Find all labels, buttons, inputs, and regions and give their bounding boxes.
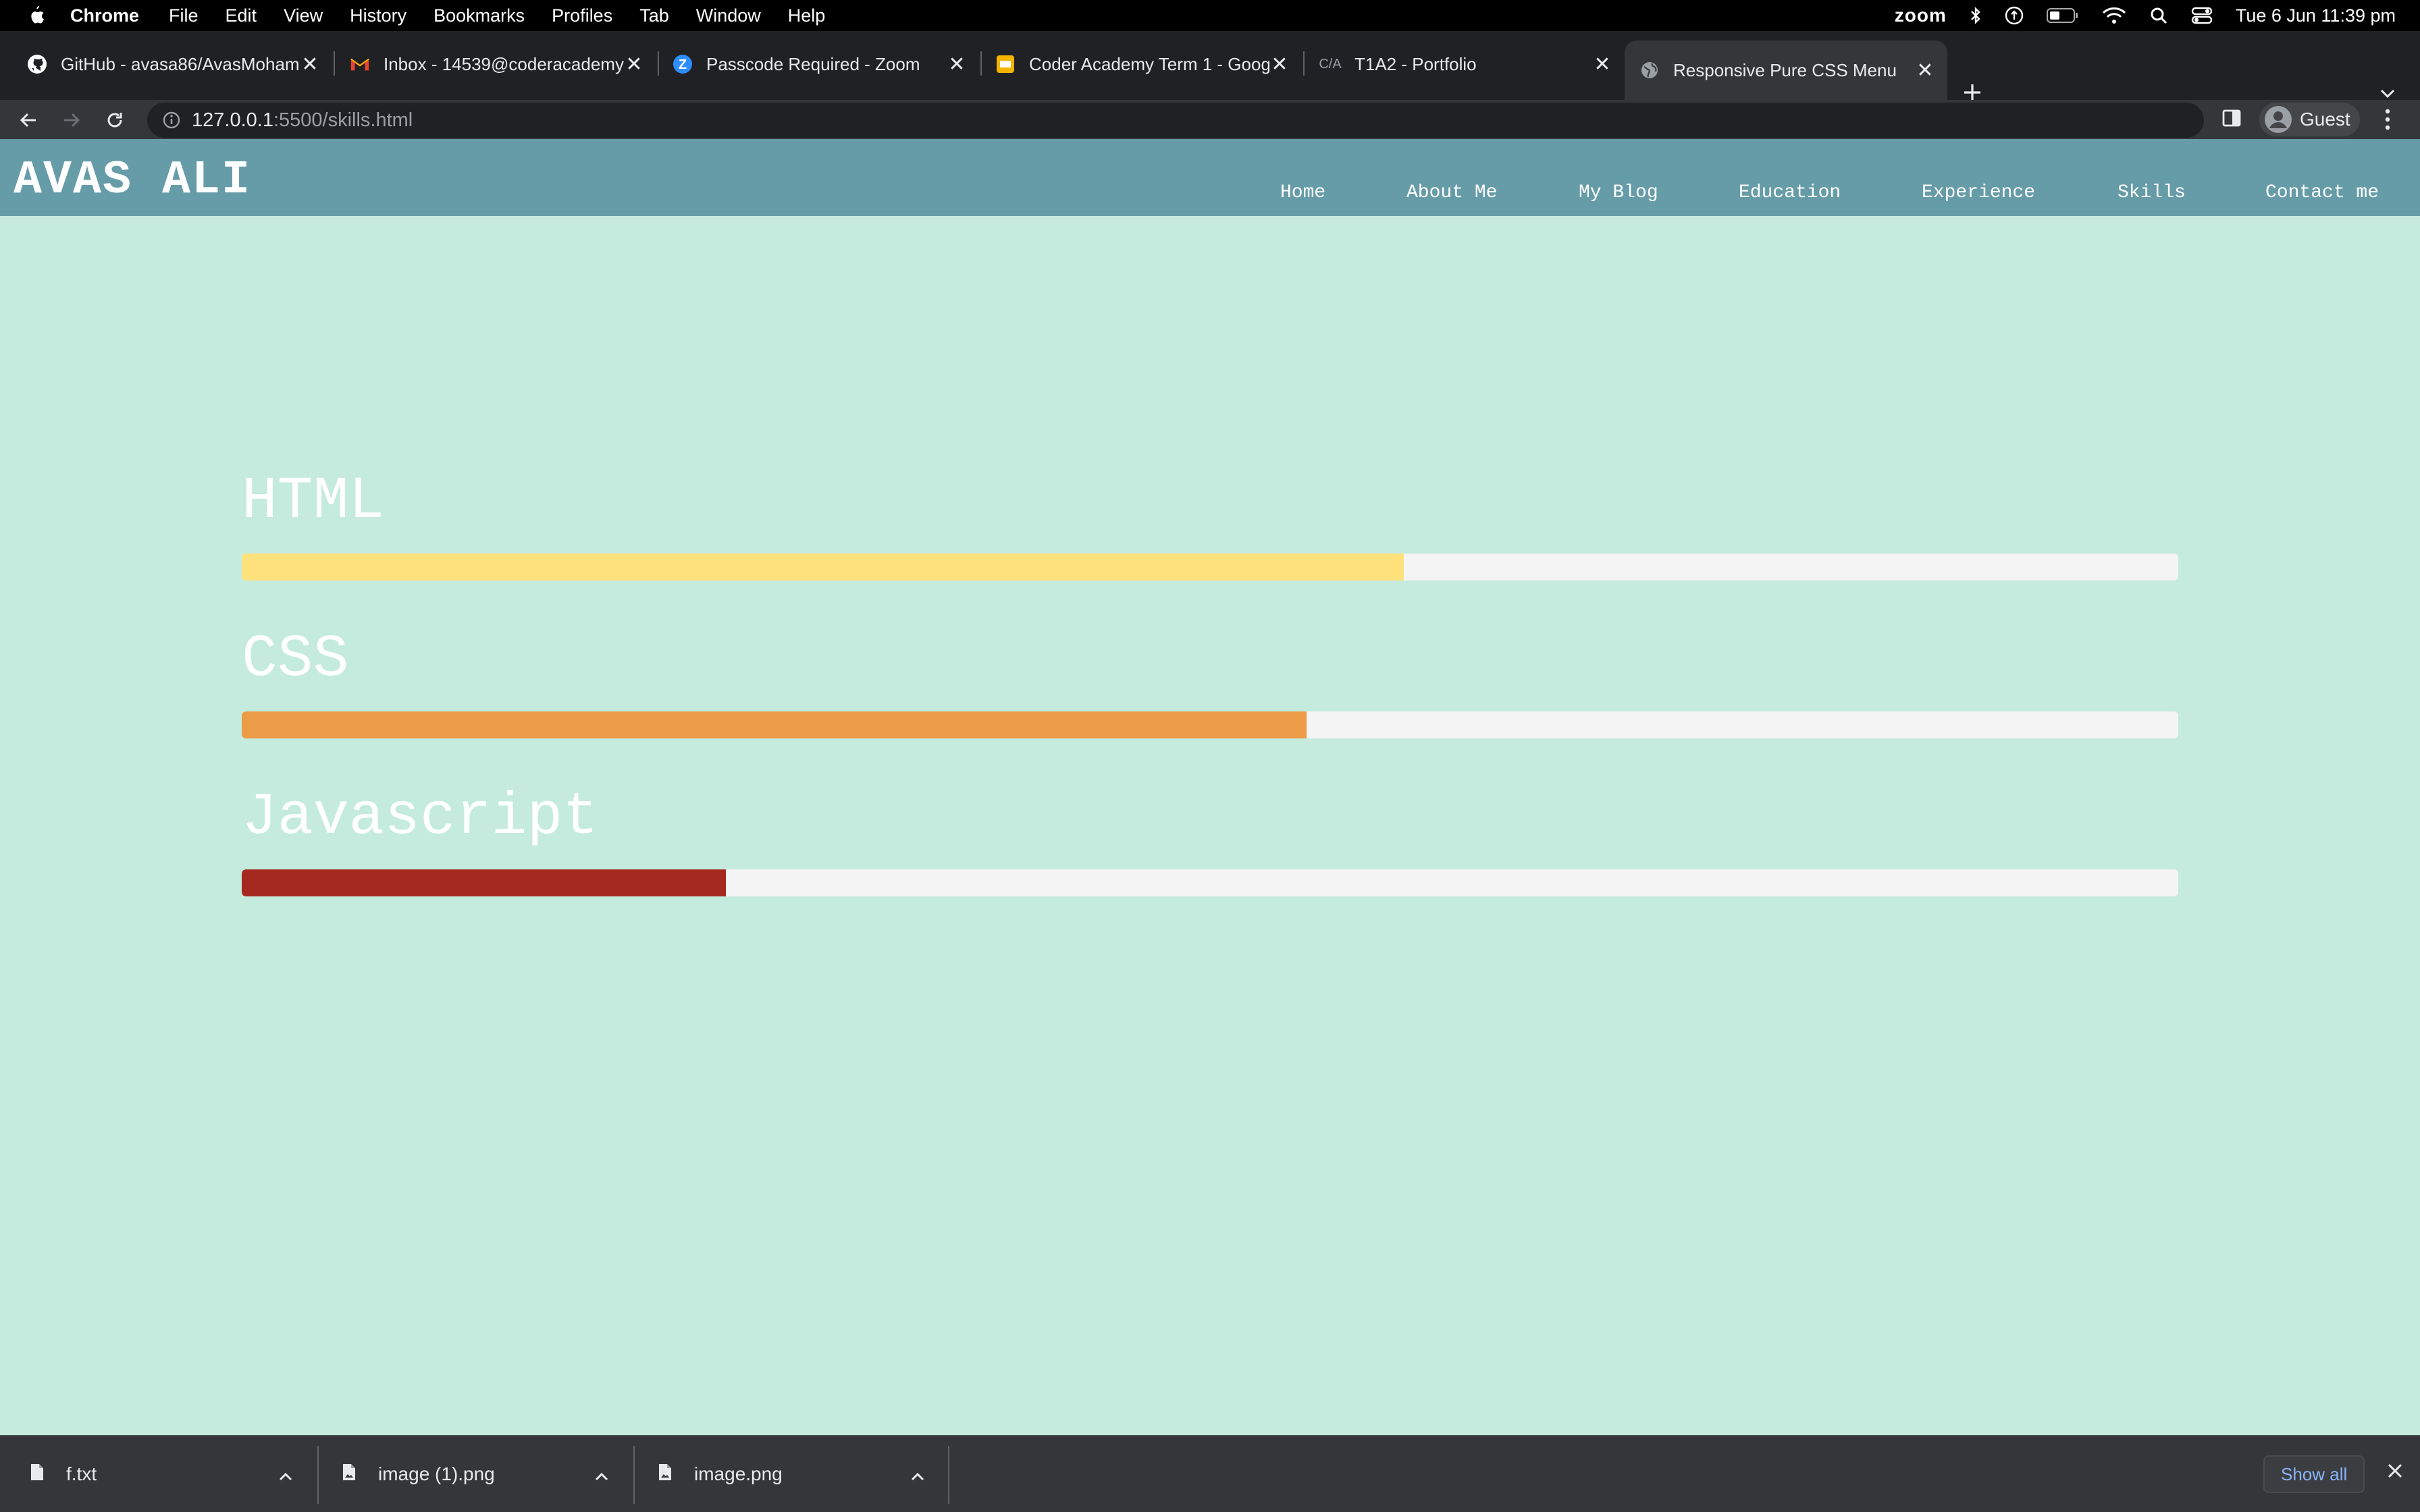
side-panel-icon[interactable] (2221, 108, 2242, 132)
download-item[interactable]: f.txt (0, 1436, 317, 1512)
nav-link-about-me[interactable]: About Me (1406, 182, 1497, 203)
avatar-icon (2265, 106, 2292, 133)
tab-gmail[interactable]: Inbox - 14539@coderacademy ✕ (323, 40, 656, 88)
nav-link-my-blog[interactable]: My Blog (1579, 182, 1658, 203)
tab-title: Coder Academy Term 1 - Goog (1029, 53, 1269, 74)
skill-bar-fill-css (242, 711, 1307, 738)
profile-label: Guest (2300, 109, 2350, 130)
nav-link-home[interactable]: Home (1280, 182, 1325, 203)
menu-file[interactable]: File (169, 5, 199, 26)
back-arrow-icon (20, 113, 36, 128)
ca-icon: C/A (1319, 56, 1342, 72)
apple-icon[interactable] (26, 5, 46, 26)
menu-edit[interactable]: Edit (226, 5, 257, 26)
control-center-icon[interactable] (2191, 6, 2213, 25)
github-icon (27, 54, 47, 74)
tab-close-icon[interactable]: ✕ (624, 53, 644, 76)
zoom-icon: Z (673, 54, 693, 74)
nav-link-contact-me[interactable]: Contact me (2265, 182, 2379, 203)
spotlight-search-icon[interactable] (2149, 6, 2168, 25)
menu-history[interactable]: History (350, 5, 406, 26)
skills-section: HTML CSS Javascript (242, 473, 2178, 946)
forward-arrow-icon (64, 113, 80, 128)
reload-icon (107, 113, 122, 128)
menu-bookmarks[interactable]: Bookmarks (433, 5, 525, 26)
reload-button[interactable] (101, 107, 128, 134)
tab-title: Responsive Pure CSS Menu (1673, 59, 1897, 80)
back-button[interactable] (15, 107, 42, 134)
nav-link-experience[interactable]: Experience (1922, 182, 2035, 203)
menubar-clock[interactable]: Tue 6 Jun 11:39 pm (2236, 5, 2396, 26)
file-icon (30, 1463, 45, 1486)
globe-icon (1639, 60, 1660, 80)
download-filename: f.txt (66, 1463, 97, 1484)
tab-portfolio[interactable]: C/A T1A2 - Portfolio ✕ (1291, 40, 1625, 88)
battery-icon[interactable] (2046, 7, 2079, 24)
close-downloads-bar-icon[interactable] (2386, 1462, 2404, 1483)
url-path: :5500/skills.html (273, 109, 413, 131)
site-info-icon[interactable] (162, 111, 181, 133)
accessibility-icon[interactable] (2005, 6, 2024, 25)
image-file-icon (342, 1463, 357, 1486)
tab-zoom[interactable]: Z Passcode Required - Zoom ✕ (646, 40, 979, 88)
site-logo[interactable]: AVAS ALI (14, 154, 251, 207)
kebab-menu-icon[interactable] (2384, 108, 2392, 134)
tab-github[interactable]: GitHub - avasa86/AvasMohamm ✕ (0, 40, 332, 88)
skill-bar-fill-html (242, 554, 1404, 580)
skill-bar-fill-javascript (242, 869, 726, 896)
chevron-up-icon[interactable] (278, 1465, 293, 1486)
menu-help[interactable]: Help (788, 5, 826, 26)
slides-icon (995, 54, 1016, 74)
gmail-icon (350, 54, 370, 74)
skill-name-javascript: Javascript (242, 784, 599, 851)
tab-close-icon[interactable]: ✕ (300, 53, 320, 76)
zoom-status-item[interactable]: zoom (1895, 5, 1947, 26)
show-all-downloads-button[interactable]: Show all (2263, 1455, 2365, 1493)
browser-tab-strip: GitHub - avasa86/AvasMohamm ✕ Inbox - 14… (0, 31, 2420, 101)
download-item[interactable]: image.png (635, 1436, 948, 1512)
url-text: 127.0.0.1:5500/skills.html (192, 109, 413, 132)
skill-bar-css (242, 711, 2178, 738)
menu-profiles[interactable]: Profiles (552, 5, 612, 26)
profile-button[interactable]: Guest (2259, 103, 2360, 136)
downloads-bar: f.txt image (1).png image.png Show all (0, 1435, 2420, 1512)
tab-close-icon[interactable]: ✕ (947, 53, 967, 76)
skill-bar-javascript (242, 869, 2178, 896)
menu-window[interactable]: Window (696, 5, 761, 26)
tab-responsive-menu[interactable]: Responsive Pure CSS Menu ✕ (1625, 40, 1947, 100)
skill-name-css: CSS (242, 626, 349, 693)
download-filename: image.png (694, 1463, 783, 1484)
tab-close-icon[interactable]: ✕ (1592, 53, 1612, 76)
image-file-icon (658, 1463, 673, 1486)
tab-close-icon[interactable]: ✕ (1269, 53, 1290, 76)
download-divider (948, 1446, 949, 1504)
site-header: AVAS ALI Home About Me My Blog Education… (0, 139, 2420, 216)
chevron-up-icon[interactable] (910, 1465, 925, 1486)
skill-bar-html (242, 554, 2178, 580)
tab-google-slides[interactable]: Coder Academy Term 1 - Goog ✕ (968, 40, 1302, 88)
menu-view[interactable]: View (284, 5, 323, 26)
download-item[interactable]: image (1).png (319, 1436, 633, 1512)
menu-app-name[interactable]: Chrome (70, 5, 139, 26)
tab-title: GitHub - avasa86/AvasMohamm (61, 53, 300, 74)
skill-name-html: HTML (242, 468, 385, 535)
forward-button[interactable] (58, 107, 85, 134)
chevron-up-icon[interactable] (594, 1465, 609, 1486)
bluetooth-icon[interactable] (1970, 6, 1982, 25)
tab-title: T1A2 - Portfolio (1354, 53, 1477, 74)
tab-title: Inbox - 14539@coderacademy (384, 53, 624, 74)
macos-menu-bar: Chrome File Edit View History Bookmarks … (0, 0, 2420, 31)
nav-link-education[interactable]: Education (1739, 182, 1841, 203)
tab-title: Passcode Required - Zoom (706, 53, 920, 74)
url-host: 127.0.0.1 (192, 109, 273, 131)
tab-close-icon[interactable]: ✕ (1915, 59, 1935, 82)
browser-toolbar: 127.0.0.1:5500/skills.html Guest (0, 100, 2420, 139)
address-bar[interactable]: 127.0.0.1:5500/skills.html (147, 103, 2204, 138)
svg-text:Z: Z (679, 57, 687, 72)
menu-tab[interactable]: Tab (639, 5, 669, 26)
nav-link-skills[interactable]: Skills (2118, 182, 2186, 203)
wifi-icon[interactable] (2102, 6, 2126, 25)
download-filename: image (1).png (378, 1463, 495, 1484)
